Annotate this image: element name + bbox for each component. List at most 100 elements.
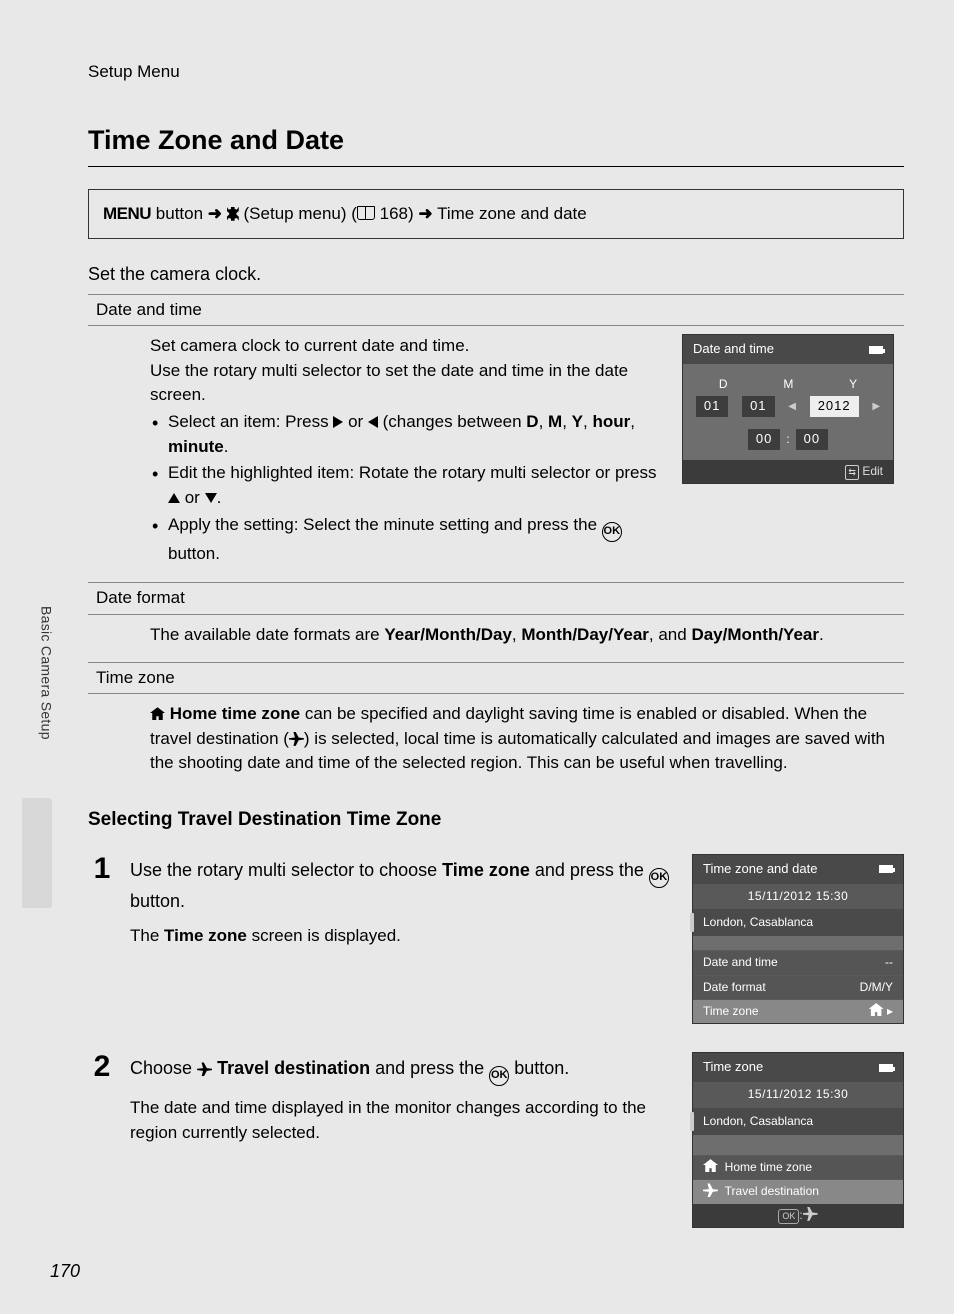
- lcd-location: London, Casablanca: [693, 1108, 903, 1135]
- section-header-date-time: Date and time: [88, 294, 904, 327]
- label: Home time zone: [725, 1160, 812, 1174]
- section-header-date-format: Date format: [88, 582, 904, 615]
- lcd-home-indicator: ▸: [869, 1003, 893, 1020]
- ok-button-icon: OK: [602, 522, 622, 542]
- text: button.: [168, 544, 220, 563]
- step-sub: The date and time displayed in the monit…: [130, 1096, 678, 1145]
- lcd-month-value: 01: [742, 396, 774, 417]
- text: .: [224, 437, 229, 456]
- text: screen is displayed.: [247, 926, 401, 945]
- bold: Time zone: [442, 860, 530, 880]
- ok-button-icon: OK: [649, 868, 669, 888]
- left-triangle-icon: [368, 416, 378, 428]
- wrench-icon: [227, 204, 239, 223]
- text: Apply the setting: Select the minute set…: [168, 515, 602, 534]
- text: or: [343, 412, 368, 431]
- ok-button-icon: OK: [489, 1066, 509, 1086]
- format-option: Month/Day/Year: [521, 625, 649, 644]
- lcd-label-y: Y: [849, 376, 857, 393]
- lcd-travel-destination-selected: Travel destination: [693, 1179, 903, 1203]
- lcd-menu-item: Date format D/M/Y: [693, 975, 903, 999]
- format-option: Day/Month/Year: [691, 625, 819, 644]
- lcd-datetime: 15/11/2012 15:30: [693, 884, 903, 909]
- section-body-time-zone: Home time zone can be specified and dayl…: [150, 694, 904, 790]
- text: The: [130, 926, 164, 945]
- subheading: Selecting Travel Destination Time Zone: [88, 806, 904, 834]
- step-lead: Use the rotary multi selector to choose …: [130, 857, 678, 914]
- lcd-menu-item-selected: Time zone ▸: [693, 999, 903, 1023]
- text: Select an item: Press: [168, 412, 333, 431]
- plane-icon: [289, 732, 304, 746]
- arrow-right-icon: ➜: [208, 204, 222, 223]
- plane-icon: [703, 1183, 718, 1197]
- text: Use the rotary multi selector to choose: [130, 860, 442, 880]
- nav-page-ref: 168: [380, 204, 408, 223]
- battery-icon: [869, 346, 883, 354]
- value: --: [885, 954, 893, 971]
- lcd-location: London, Casablanca: [693, 909, 903, 936]
- lcd-year-value: 2012: [810, 396, 859, 417]
- battery-icon: [879, 865, 893, 873]
- format-option: Year/Month/Day: [384, 625, 512, 644]
- lcd-hour-value: 00: [748, 429, 780, 450]
- bold-label: Home time zone: [170, 704, 300, 723]
- nav-setup-label: (Setup menu): [244, 204, 347, 223]
- lcd-title: Date and time: [693, 340, 774, 359]
- label: Time zone: [703, 1003, 759, 1020]
- breadcrumb: Setup Menu: [88, 60, 904, 85]
- lcd-label-m: M: [783, 376, 793, 393]
- home-icon: [150, 707, 165, 720]
- side-tab-label: Basic Camera Setup: [36, 606, 56, 740]
- menu-label: MENU: [103, 204, 151, 223]
- side-tab-indicator: [22, 798, 52, 908]
- text: or: [180, 488, 205, 507]
- text: (changes between: [378, 412, 526, 431]
- step-1: 1 Use the rotary multi selector to choos…: [88, 854, 904, 1025]
- step-lead: Choose Travel destination and press the …: [130, 1055, 678, 1086]
- text: ,: [512, 625, 521, 644]
- text: .: [819, 625, 824, 644]
- lcd-screen-date-time: Date and time D M Y 01 01 ◀ 2012 ▶ 00: [682, 334, 894, 484]
- text-line: Set camera clock to current date and tim…: [150, 334, 662, 359]
- text: button.: [130, 891, 185, 911]
- text: Choose: [130, 1058, 197, 1078]
- lcd-screen-tz: Time zone 15/11/2012 15:30 London, Casab…: [692, 1052, 904, 1228]
- page-number: 170: [50, 1258, 80, 1284]
- lcd-menu-item: Date and time --: [693, 950, 903, 974]
- step-sub: The Time zone screen is displayed.: [130, 924, 678, 949]
- intro-text: Set the camera clock.: [88, 261, 904, 287]
- plane-icon: [197, 1062, 212, 1076]
- text: The available date formats are: [150, 625, 384, 644]
- bold-items: D: [526, 412, 538, 431]
- lcd-day-value: 01: [696, 396, 728, 417]
- lcd-datetime: 15/11/2012 15:30: [693, 1082, 903, 1107]
- lcd-home-time-zone: Home time zone: [693, 1155, 903, 1179]
- text: Edit the highlighted item: Rotate the ro…: [168, 463, 657, 482]
- label: Date format: [703, 979, 766, 996]
- manual-page-icon: [357, 204, 375, 223]
- arrow-right-icon: ➜: [418, 204, 432, 223]
- section-header-time-zone: Time zone: [88, 662, 904, 695]
- page-title: Time Zone and Date: [88, 121, 904, 167]
- text: button.: [509, 1058, 569, 1078]
- plane-icon: [803, 1207, 818, 1221]
- section-body-date-time: Set camera clock to current date and tim…: [150, 326, 904, 582]
- home-icon: [703, 1159, 718, 1172]
- lcd-label-d: D: [719, 376, 728, 393]
- lcd-edit-label: Edit: [862, 464, 883, 478]
- label: Travel destination: [725, 1184, 819, 1198]
- lcd-title: Time zone: [703, 1058, 763, 1077]
- step-2: 2 Choose Travel destination and press th…: [88, 1052, 904, 1228]
- nav-dest: Time zone and date: [437, 204, 587, 223]
- bold: Travel destination: [217, 1058, 370, 1078]
- list-item: Select an item: Press or (changes betwee…: [164, 410, 662, 459]
- lcd-screen-tz-date: Time zone and date 15/11/2012 15:30 Lond…: [692, 854, 904, 1025]
- text: .: [217, 488, 222, 507]
- lcd-minute-value: 00: [796, 429, 828, 450]
- lcd-title: Time zone and date: [703, 860, 817, 879]
- bullet-list: Select an item: Press or (changes betwee…: [150, 410, 662, 566]
- step-number: 1: [88, 854, 116, 884]
- list-item: Edit the highlighted item: Rotate the ro…: [164, 461, 662, 510]
- down-triangle-icon: [205, 493, 217, 503]
- text: , and: [649, 625, 692, 644]
